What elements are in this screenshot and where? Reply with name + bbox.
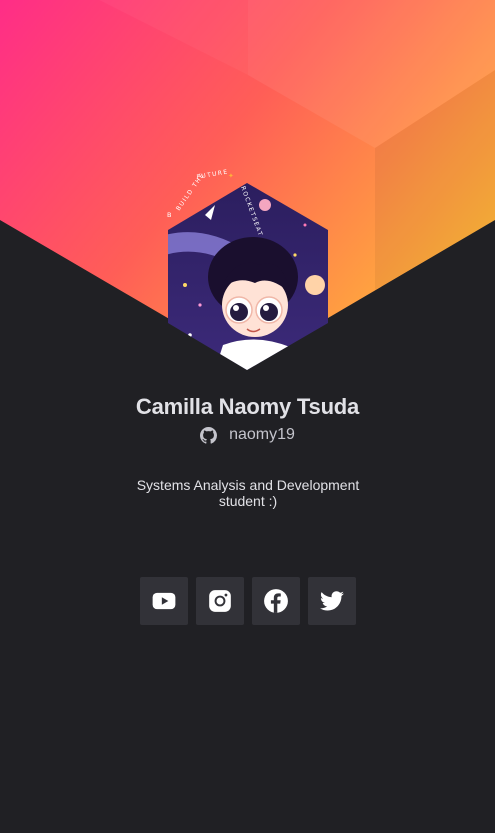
social-links: [140, 577, 356, 625]
facebook-button[interactable]: [252, 577, 300, 625]
github-icon: [200, 426, 218, 444]
svg-text:✦: ✦: [228, 172, 234, 180]
avatar: B BUILD THE FUTURE ROCKETSEAT ✦: [165, 165, 330, 370]
github-username-row[interactable]: naomy19: [0, 426, 495, 444]
github-username[interactable]: naomy19: [229, 426, 295, 444]
svg-text:FUTURE: FUTURE: [196, 168, 229, 180]
youtube-icon: [152, 592, 176, 610]
youtube-button[interactable]: [140, 577, 188, 625]
twitter-button[interactable]: [308, 577, 356, 625]
profile-page: B BUILD THE FUTURE ROCKETSEAT ✦ Camilla …: [0, 0, 495, 833]
twitter-icon: [320, 591, 344, 611]
facebook-icon: [264, 589, 288, 613]
instagram-icon: [209, 590, 231, 612]
profile-name: Camilla Naomy Tsuda: [135, 394, 360, 419]
instagram-button[interactable]: [196, 577, 244, 625]
profile-bio: Systems Analysis and Development student…: [136, 477, 360, 509]
svg-text:B: B: [167, 211, 173, 219]
